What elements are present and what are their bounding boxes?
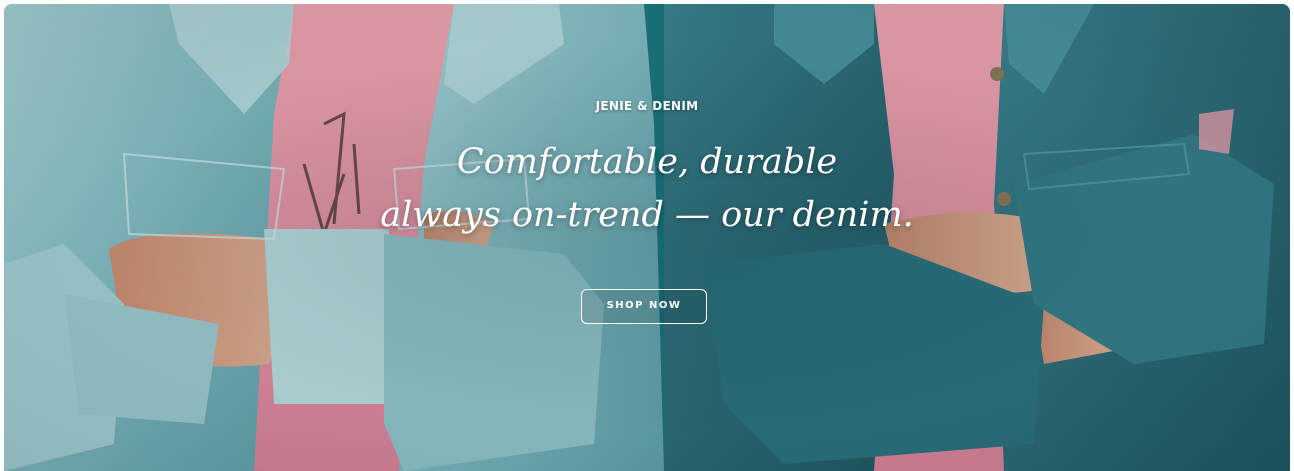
brand-eyebrow: JENIE & DENIM — [595, 99, 699, 113]
shop-now-button[interactable]: SHOP NOW — [581, 289, 707, 324]
hero-content: JENIE & DENIM Comfortable, durable alway… — [4, 4, 1290, 471]
hero-banner: JENIE & DENIM Comfortable, durable alway… — [4, 4, 1290, 471]
hero-headline-line-1: Comfortable, durable — [456, 142, 838, 182]
hero-headline: Comfortable, durable always on-trend — o… — [4, 136, 1290, 242]
hero-headline-line-2: always on-trend — our denim. — [380, 195, 914, 235]
